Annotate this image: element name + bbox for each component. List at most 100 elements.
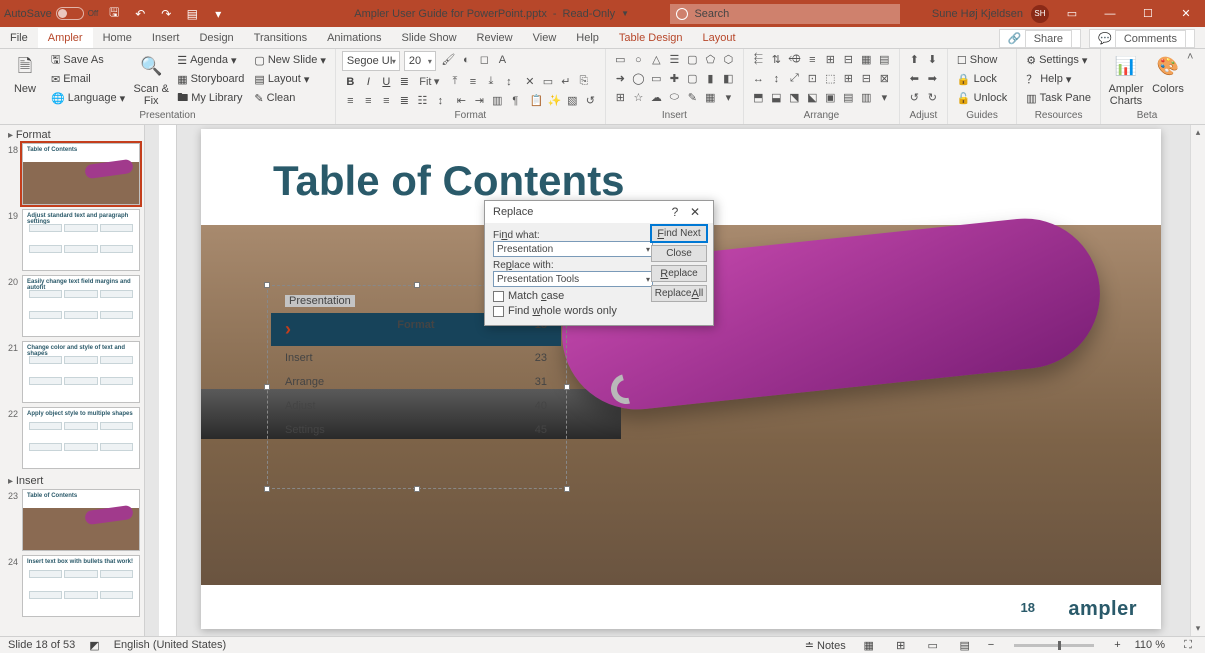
- autosave-toggle[interactable]: AutoSave Off: [4, 7, 98, 20]
- shape16-icon[interactable]: ☆: [630, 89, 647, 106]
- thumb[interactable]: Adjust standard text and paragraph setti…: [22, 209, 140, 271]
- clean-button[interactable]: ✎ Clean: [251, 89, 328, 107]
- find-input[interactable]: Presentation: [493, 241, 653, 257]
- tab-file[interactable]: File: [0, 28, 38, 48]
- thumb-slot[interactable]: 19Adjust standard text and paragraph set…: [4, 209, 140, 271]
- find-next-button[interactable]: Find Next: [651, 225, 707, 242]
- tab-animations[interactable]: Animations: [317, 28, 391, 48]
- thumb[interactable]: Change color and style of text and shape…: [22, 341, 140, 403]
- resize-handle[interactable]: [564, 486, 570, 492]
- notes-button[interactable]: ≐ Notes: [805, 639, 846, 652]
- ar10-icon[interactable]: ↕: [768, 70, 785, 87]
- ar8-icon[interactable]: ▤: [876, 51, 893, 68]
- zoom-slider[interactable]: [1014, 644, 1094, 647]
- dialog-help-icon[interactable]: ?: [665, 205, 685, 219]
- shape13-icon[interactable]: ▮: [702, 70, 719, 87]
- tab-home[interactable]: Home: [93, 28, 142, 48]
- reset-icon[interactable]: ↺: [582, 92, 599, 109]
- thumb[interactable]: Insert text box with bullets that work!: [22, 555, 140, 617]
- ar22-icon[interactable]: ▤: [840, 89, 857, 106]
- ad4-icon[interactable]: ➡: [924, 70, 941, 87]
- ar12-icon[interactable]: ⊡: [804, 70, 821, 87]
- fit-window-icon[interactable]: ⛶: [1179, 638, 1197, 652]
- shape7-icon[interactable]: ⬡: [720, 51, 737, 68]
- saveas-button[interactable]: 🖫 Save As: [48, 51, 128, 69]
- ar23-icon[interactable]: ▥: [858, 89, 875, 106]
- shadow-icon[interactable]: ▧: [564, 92, 581, 109]
- scanfix-button[interactable]: 🔍Scan & Fix: [132, 51, 170, 107]
- resize-handle[interactable]: [264, 282, 270, 288]
- wrap-icon[interactable]: ↵: [557, 73, 574, 90]
- outline-icon[interactable]: ◻: [476, 51, 493, 68]
- tab-insert[interactable]: Insert: [142, 28, 190, 48]
- resize-handle[interactable]: [414, 486, 420, 492]
- shape12-icon[interactable]: ▢: [684, 70, 701, 87]
- agenda-button[interactable]: ☰ Agenda ▾: [174, 51, 247, 69]
- dialog-close-icon[interactable]: ✕: [685, 205, 705, 219]
- tab-tabledesign[interactable]: Table Design: [609, 28, 693, 48]
- ar15-icon[interactable]: ⊟: [858, 70, 875, 87]
- margin-icon[interactable]: ▭: [539, 73, 556, 90]
- tab-ampler[interactable]: Ampler: [38, 28, 93, 48]
- help-button[interactable]: ？ Help ▾: [1023, 70, 1094, 88]
- thumb-slot[interactable]: 23Table of Contents: [4, 489, 140, 551]
- ar7-icon[interactable]: ▦: [858, 51, 875, 68]
- underline-icon[interactable]: U: [378, 73, 395, 90]
- shape17-icon[interactable]: ☁: [648, 89, 665, 106]
- ar2-icon[interactable]: ⇅: [768, 51, 785, 68]
- thumb-slot[interactable]: 21Change color and style of text and sha…: [4, 341, 140, 403]
- ar24-icon[interactable]: ▾: [876, 89, 893, 106]
- scroll-up-icon[interactable]: ▴: [1191, 125, 1205, 140]
- scroll-down-icon[interactable]: ▾: [1191, 621, 1205, 636]
- sorterview-icon[interactable]: ⊞: [892, 638, 910, 652]
- fit-button[interactable]: Fit ▾: [414, 73, 443, 90]
- shape1-icon[interactable]: ▭: [612, 51, 629, 68]
- ar21-icon[interactable]: ▣: [822, 89, 839, 106]
- paint-icon[interactable]: 🖌: [440, 51, 457, 68]
- shape9-icon[interactable]: ◯: [630, 70, 647, 87]
- shape21-icon[interactable]: ▾: [720, 89, 737, 106]
- ar5-icon[interactable]: ⊞: [822, 51, 839, 68]
- resize-handle[interactable]: [264, 486, 270, 492]
- normalview-icon[interactable]: ▦: [860, 638, 878, 652]
- qat-more-icon[interactable]: ▾: [208, 4, 228, 24]
- ar6-icon[interactable]: ⊟: [840, 51, 857, 68]
- thumb[interactable]: Table of Contents: [22, 143, 140, 205]
- tab-transitions[interactable]: Transitions: [244, 28, 317, 48]
- thumb-slot[interactable]: 24Insert text box with bullets that work…: [4, 555, 140, 617]
- close-icon[interactable]: ✕: [1171, 4, 1201, 24]
- alignr-icon[interactable]: ≡: [378, 92, 395, 109]
- thumb-slot[interactable]: 22Apply object style to multiple shapes: [4, 407, 140, 469]
- thumb[interactable]: Easily change text field margins and aut…: [22, 275, 140, 337]
- alignl-icon[interactable]: ≡: [342, 92, 359, 109]
- comments-button[interactable]: 💬 Comments: [1089, 29, 1195, 48]
- clear-icon[interactable]: ✕: [521, 73, 538, 90]
- indout-icon[interactable]: ⇤: [453, 92, 470, 109]
- shape3-icon[interactable]: △: [648, 51, 665, 68]
- section-format[interactable]: ▸ Format: [4, 127, 140, 143]
- save-icon[interactable]: 🖫: [104, 4, 124, 24]
- resize-handle[interactable]: [264, 384, 270, 390]
- amplercharts-button[interactable]: 📊Ampler Charts: [1107, 51, 1145, 107]
- resize-handle[interactable]: [564, 384, 570, 390]
- dialog-titlebar[interactable]: Replace ? ✕: [485, 201, 713, 223]
- redo-icon[interactable]: ↷: [156, 4, 176, 24]
- mylibrary-button[interactable]: 🖿 My Library: [174, 89, 247, 107]
- tab-review[interactable]: Review: [467, 28, 523, 48]
- shape4-icon[interactable]: ☰: [666, 51, 683, 68]
- slide-counter[interactable]: Slide 18 of 53: [8, 639, 75, 651]
- layout-button[interactable]: ▤ Layout ▾: [251, 70, 328, 88]
- shape15-icon[interactable]: ⊞: [612, 89, 629, 106]
- accessibility-icon[interactable]: ◩: [89, 639, 99, 652]
- ad1-icon[interactable]: ⬆: [906, 51, 923, 68]
- tab-view[interactable]: View: [523, 28, 567, 48]
- settings-button[interactable]: ⚙ Settings ▾: [1023, 51, 1094, 69]
- unlock-button[interactable]: 🔓 Unlock: [954, 89, 1010, 107]
- newslide-button[interactable]: ▢ New Slide ▾: [251, 51, 328, 69]
- ar16-icon[interactable]: ⊠: [876, 70, 893, 87]
- thumb[interactable]: Apply object style to multiple shapes: [22, 407, 140, 469]
- show-checkbox[interactable]: ☐ Show: [954, 51, 1010, 69]
- shape14-icon[interactable]: ◧: [720, 70, 737, 87]
- shape11-icon[interactable]: ✚: [666, 70, 683, 87]
- new-button[interactable]: 🗎New: [6, 51, 44, 95]
